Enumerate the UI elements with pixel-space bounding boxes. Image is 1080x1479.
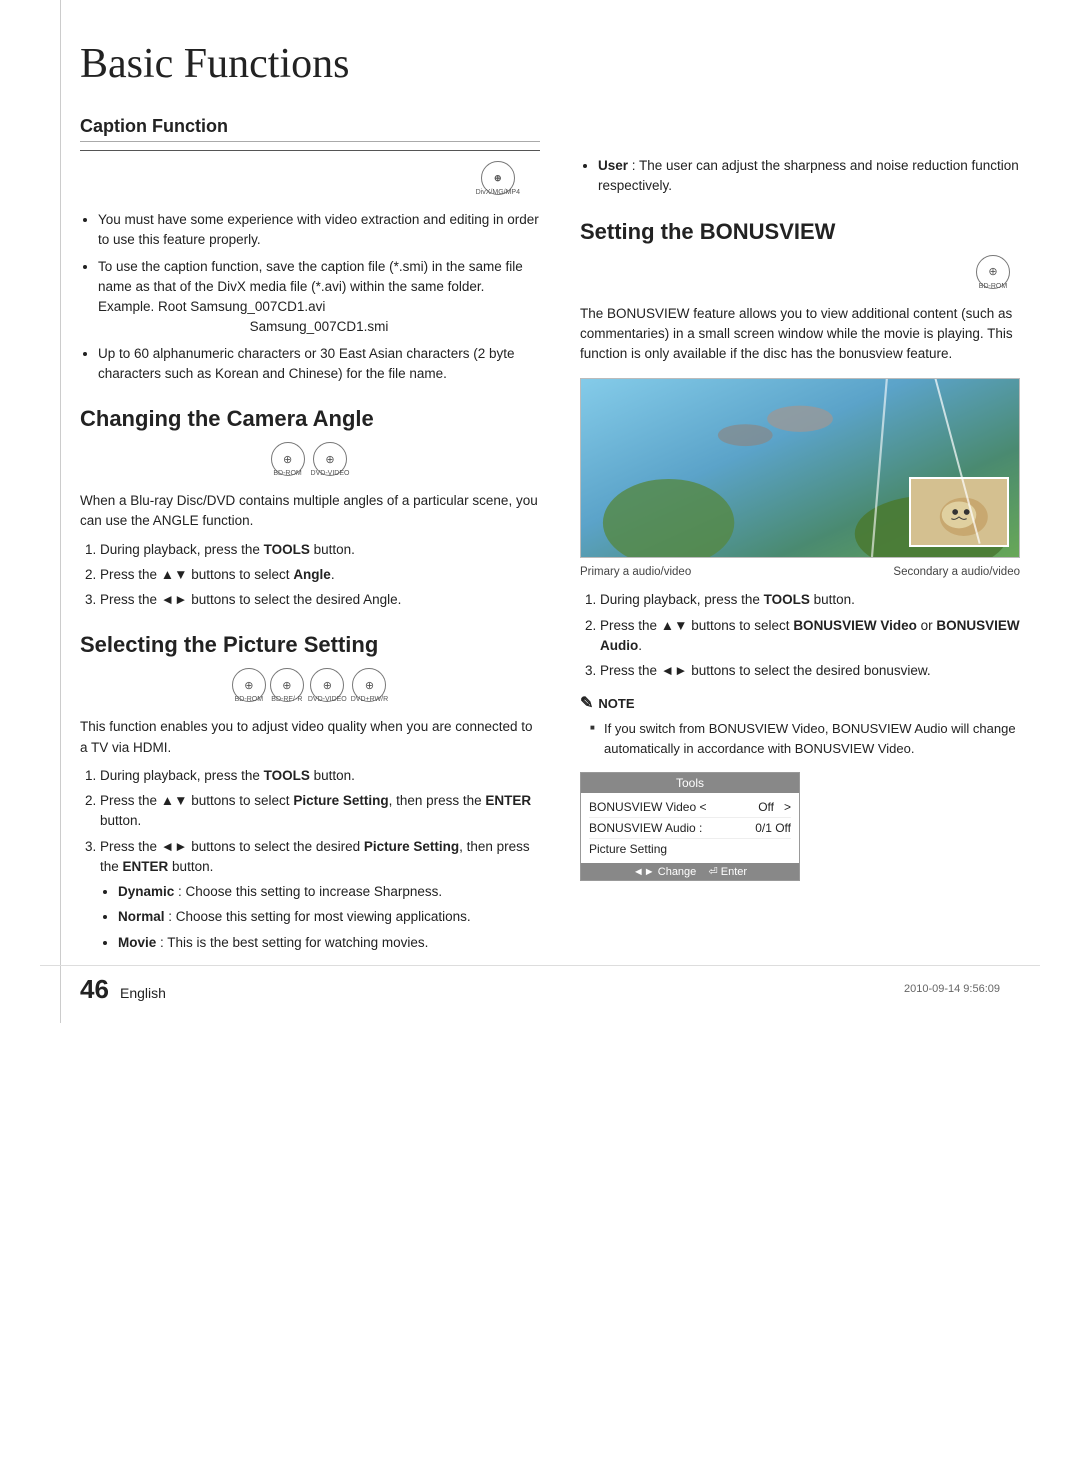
tools-row-2-value: 0/1 Off	[755, 821, 791, 835]
enter-bold-1: ENTER	[485, 793, 531, 808]
col-right: User : The user can adjust the sharpness…	[580, 116, 1020, 963]
camera-angle-intro: When a Blu-ray Disc/DVD contains multipl…	[80, 491, 540, 532]
bdrom-badge-bv: ⊕ BD-ROM	[976, 255, 1010, 290]
tools-row-3-label: Picture Setting	[589, 842, 667, 856]
caption-divider	[80, 150, 540, 151]
tools-row-1-value: Off >	[758, 800, 791, 814]
bdrom-label-1: BD-ROM	[273, 470, 301, 477]
camera-step-2: Press the ▲▼ buttons to select Angle.	[100, 565, 540, 585]
divx-badge: ⊕ DivX/MG/MP4	[476, 161, 520, 196]
caption-icon-group: ⊕ DivX/MG/MP4	[80, 161, 520, 196]
bonusview-img-caption: Primary a audio/video Secondary a audio/…	[580, 566, 1020, 578]
note-label: NOTE	[598, 696, 634, 711]
footer-right: 2010-09-14 9:56:09	[904, 983, 1000, 995]
camera-angle-steps: During playback, press the TOOLS button.…	[80, 540, 540, 611]
tools-popup-header: Tools	[581, 773, 799, 793]
ps-bold-2: Picture Setting	[364, 839, 459, 854]
divx-icon-label: DivX/MG/MP4	[476, 189, 520, 196]
two-column-layout: Caption Function ⊕ DivX/MG/MP4 You must …	[80, 116, 1020, 963]
ps-step-1: During playback, press the TOOLS button.	[100, 766, 540, 786]
note-content: If you switch from BONUSVIEW Video, BONU…	[580, 719, 1020, 758]
bdre-badge: ⊕ BD-RE/-R	[270, 668, 304, 703]
secondary-caption: Secondary a audio/video	[893, 566, 1020, 578]
ps-subbullet-normal: Normal : Choose this setting for most vi…	[118, 907, 540, 927]
ps-subbullet-movie: Movie : This is the best setting for wat…	[118, 933, 540, 953]
bv-step-3: Press the ◄► buttons to select the desir…	[600, 661, 1020, 681]
tools-bold-1: TOOLS	[264, 542, 310, 557]
caption-function-section: Caption Function ⊕ DivX/MG/MP4 You must …	[80, 116, 540, 384]
picture-sub-bullets: Dynamic : Choose this setting to increas…	[100, 882, 540, 953]
note-icon: ✎	[580, 693, 593, 713]
note-bullet-1: If you switch from BONUSVIEW Video, BONU…	[590, 719, 1020, 758]
picture-setting-title: Selecting the Picture Setting	[80, 632, 540, 658]
caption-function-title: Caption Function	[80, 116, 540, 142]
bdrom-badge-1: ⊕ BD-ROM	[271, 442, 305, 477]
bonusview-section: Setting the BONUSVIEW ⊕ BD-ROM The BONUS…	[580, 219, 1020, 882]
ps-step-3: Press the ◄► buttons to select the desir…	[100, 837, 540, 953]
bv-step-2: Press the ▲▼ buttons to select BONUSVIEW…	[600, 616, 1020, 657]
bonusview-intro: The BONUSVIEW feature allows you to view…	[580, 304, 1020, 365]
caption-bullet-2: To use the caption function, save the ca…	[98, 257, 540, 338]
bonusview-inset-img	[909, 477, 1009, 547]
caption-bullets: You must have some experience with video…	[80, 210, 540, 384]
tools-row-3: Picture Setting	[589, 839, 791, 859]
inset-img-svg	[911, 479, 1007, 545]
bonusview-title: Setting the BONUSVIEW	[580, 219, 1020, 245]
tools-row-2: BONUSVIEW Audio : 0/1 Off	[589, 818, 791, 839]
bdrom-badge-2: ⊕ BD-ROM	[232, 668, 266, 703]
tools-bold-2: TOOLS	[264, 768, 310, 783]
page-title: Basic Functions	[80, 40, 1020, 88]
tools-popup: Tools BONUSVIEW Video < Off > BONUSVIEW …	[580, 772, 800, 881]
bv-tools-bold: TOOLS	[764, 592, 810, 607]
dvdvideo-badge-1: ⊕ DVD-VIDEO	[311, 442, 350, 477]
page-number: 46	[80, 974, 109, 1005]
camera-angle-icons: ⊕ BD-ROM ⊕ DVD-VIDEO	[80, 442, 540, 477]
tools-popup-footer: ◄► Change ⏎ Enter	[581, 863, 799, 880]
page-wrapper: Basic Functions Caption Function ⊕ DivX/…	[40, 0, 1040, 1023]
angle-bold: Angle	[293, 567, 331, 582]
dvdvideo-badge-2: ⊕ DVD-VIDEO	[308, 668, 347, 703]
picture-setting-icons: ⊕ BD-ROM ⊕ BD-RE/-R ⊕ DVD-V	[80, 668, 540, 703]
picture-setting-section: Selecting the Picture Setting ⊕ BD-ROM ⊕…	[80, 632, 540, 953]
page-footer: 46 English 2010-09-14 9:56:09	[40, 965, 1040, 1005]
ps-bold-1: Picture Setting	[293, 793, 388, 808]
ps-step-2: Press the ▲▼ buttons to select Picture S…	[100, 791, 540, 832]
col-left: Caption Function ⊕ DivX/MG/MP4 You must …	[80, 116, 540, 963]
primary-caption: Primary a audio/video	[580, 566, 691, 578]
divx-icon-inner: ⊕	[494, 173, 502, 184]
user-bullet: User : The user can adjust the sharpness…	[598, 156, 1020, 197]
bdrom-label-bv: BD-ROM	[979, 283, 1007, 290]
tools-row-1-label: BONUSVIEW Video <	[589, 800, 707, 814]
camera-step-1: During playback, press the TOOLS button.	[100, 540, 540, 560]
footer-left: 46 English	[80, 974, 166, 1005]
bdre-label: BD-RE/-R	[271, 696, 302, 703]
bonusview-steps: During playback, press the TOOLS button.…	[580, 590, 1020, 681]
note-section: ✎ NOTE If you switch from BONUSVIEW Vide…	[580, 693, 1020, 758]
camera-angle-section: Changing the Camera Angle ⊕ BD-ROM ⊕ DVD…	[80, 406, 540, 610]
tools-row-2-label: BONUSVIEW Audio :	[589, 821, 702, 835]
bonusview-image	[580, 378, 1020, 558]
dvdvideo-label-1: DVD-VIDEO	[311, 470, 350, 477]
dvdplusrw-label: DVD+RW/R	[351, 696, 388, 703]
tools-row-1: BONUSVIEW Video < Off >	[589, 797, 791, 818]
enter-bold-2: ENTER	[123, 859, 169, 874]
bonusview-icon-group: ⊕ BD-ROM	[580, 255, 1010, 290]
bv-step-1: During playback, press the TOOLS button.	[600, 590, 1020, 610]
caption-bullet-3: Up to 60 alphanumeric characters or 30 E…	[98, 344, 540, 385]
picture-setting-steps: During playback, press the TOOLS button.…	[80, 766, 540, 953]
ps-subbullet-dynamic: Dynamic : Choose this setting to increas…	[118, 882, 540, 902]
picture-setting-intro: This function enables you to adjust vide…	[80, 717, 540, 758]
user-bullet-list: User : The user can adjust the sharpness…	[580, 156, 1020, 197]
dvdvideo-label-2: DVD-VIDEO	[308, 696, 347, 703]
caption-bullet-1: You must have some experience with video…	[98, 210, 540, 251]
camera-step-3: Press the ◄► buttons to select the desir…	[100, 590, 540, 610]
dvdplusrw-badge: ⊕ DVD+RW/R	[351, 668, 388, 703]
bv-video-bold: BONUSVIEW Video	[793, 618, 917, 633]
note-title: ✎ NOTE	[580, 693, 1020, 713]
page-language: English	[120, 985, 166, 1001]
bdrom-label-2: BD-ROM	[235, 696, 263, 703]
camera-angle-title: Changing the Camera Angle	[80, 406, 540, 432]
margin-line	[60, 0, 61, 1023]
tools-popup-body: BONUSVIEW Video < Off > BONUSVIEW Audio …	[581, 793, 799, 863]
